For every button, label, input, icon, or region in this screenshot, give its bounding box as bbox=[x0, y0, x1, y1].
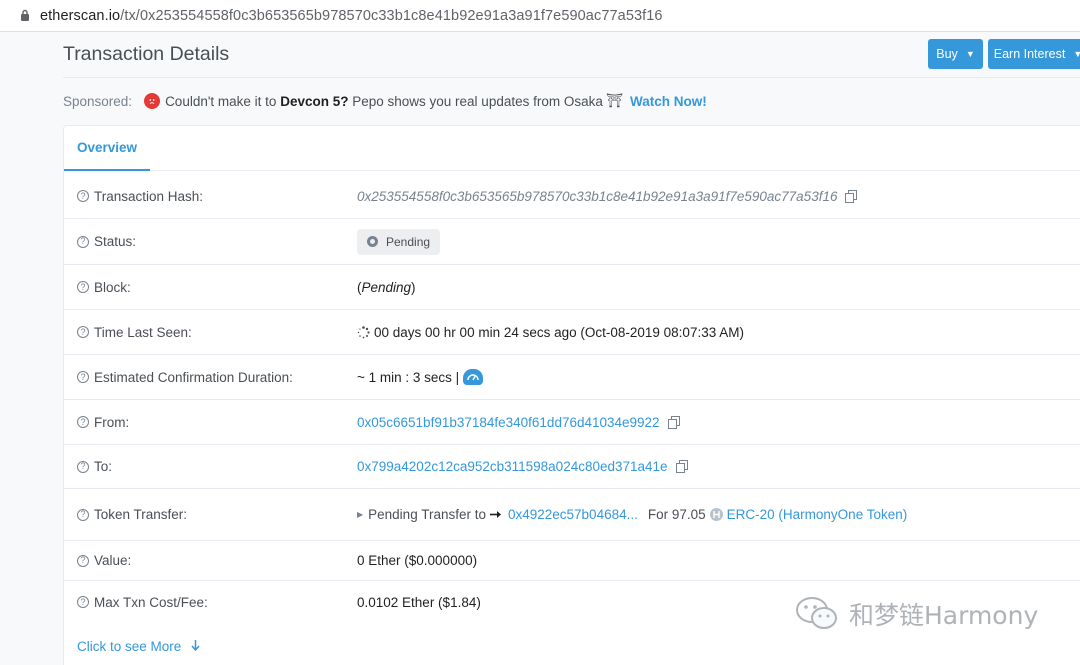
row-confirmation-duration: ? Estimated Confirmation Duration: ~ 1 mi… bbox=[64, 355, 1080, 400]
copy-icon[interactable] bbox=[667, 415, 680, 429]
earn-interest-label: Earn Interest bbox=[993, 47, 1066, 61]
gas-tracker-icon[interactable] bbox=[463, 369, 484, 385]
block-value: (Pending) bbox=[357, 279, 416, 295]
row-block: ? Block: (Pending) bbox=[64, 265, 1080, 310]
question-circle-icon[interactable]: ? bbox=[77, 508, 89, 521]
clock-icon bbox=[367, 236, 378, 247]
block-label: Block: bbox=[94, 279, 131, 295]
pending-transfer-text: Pending Transfer to bbox=[368, 507, 486, 522]
token-recipient-link[interactable]: 0x4922ec57b04684... bbox=[508, 507, 638, 522]
fee-value: 0.0102 Ether ($1.84) bbox=[357, 594, 481, 610]
buy-button-label: Buy bbox=[936, 47, 958, 61]
row-status: ? Status: Pending bbox=[64, 219, 1080, 265]
value-label: Value: bbox=[94, 553, 132, 568]
watermark-text: 和梦链Harmony bbox=[849, 601, 1039, 630]
to-address-link[interactable]: 0x799a4202c12ca952cb311598a024c80ed371a4… bbox=[357, 459, 668, 474]
lock-icon bbox=[14, 9, 36, 22]
copy-icon[interactable] bbox=[675, 460, 688, 473]
question-circle-icon[interactable]: ? bbox=[77, 371, 89, 383]
header-divider bbox=[63, 77, 1080, 78]
status-label: Status: bbox=[94, 234, 137, 249]
question-circle-icon[interactable]: ? bbox=[77, 235, 89, 248]
row-to: ? To: 0x799a4202c12ca952cb311598a024c80ed… bbox=[64, 445, 1080, 489]
url-text: etherscan.io/tx/0x253554558f0c3b653565b9… bbox=[40, 7, 663, 24]
time-value: 00 days 00 hr 00 min 24 secs ago (Oct-08… bbox=[374, 324, 744, 340]
caret-right-icon: ▶ bbox=[357, 510, 364, 519]
question-circle-icon[interactable]: ? bbox=[77, 596, 89, 608]
from-address-link[interactable]: 0x05c6651bf91b37184fe340f61dd76d41034e99… bbox=[357, 415, 660, 430]
see-more-link[interactable]: Click to see More bbox=[77, 639, 200, 654]
question-circle-icon[interactable]: ? bbox=[77, 326, 89, 338]
arrow-right-icon bbox=[489, 507, 502, 522]
torii-icon: ⛩ bbox=[605, 93, 624, 108]
sponsored-banner: Sponsored: Couldn't make it to Devcon 5?… bbox=[63, 93, 707, 109]
row-token-transfer: ? Token Transfer: ▶ Pending Transfer to 0… bbox=[64, 489, 1080, 541]
arrow-down-icon bbox=[191, 639, 200, 654]
fee-label: Max Txn Cost/Fee: bbox=[94, 594, 208, 610]
duration-label: Estimated Confirmation Duration: bbox=[94, 369, 293, 385]
value-amount: 0 Ether ($0.000000) bbox=[357, 553, 478, 568]
transaction-hash: 0x253554558f0c3b653565b978570c33b1c8e41b… bbox=[357, 188, 838, 204]
row-value: ? Value: 0 Ether ($0.000000) bbox=[64, 541, 1080, 581]
duration-value: ~ 1 min : 3 secs | bbox=[357, 369, 460, 385]
row-transaction-hash: ? Transaction Hash: 0x253554558f0c3b65356… bbox=[64, 174, 1080, 219]
address-bar[interactable]: etherscan.io/tx/0x253554558f0c3b653565b9… bbox=[0, 0, 1080, 32]
tab-bar: Overview bbox=[64, 126, 1080, 171]
token-name-link[interactable]: ERC-20 (HarmonyOne Token) bbox=[727, 507, 908, 522]
watermark: 和梦链Harmony bbox=[795, 596, 1038, 632]
angry-face-icon bbox=[144, 93, 161, 109]
question-circle-icon[interactable]: ? bbox=[77, 416, 89, 428]
from-label: From: bbox=[94, 414, 130, 430]
to-label: To: bbox=[94, 459, 113, 474]
wechat-icon bbox=[795, 596, 839, 632]
spinner-icon bbox=[357, 325, 370, 339]
row-from: ? From: 0x05c6651bf91b37184fe340f61dd76d4… bbox=[64, 400, 1080, 445]
chevron-down-icon: ▼ bbox=[965, 49, 975, 59]
token-transfer-label: Token Transfer: bbox=[94, 507, 188, 522]
token-amount: For 97.05 bbox=[647, 507, 706, 522]
time-label: Time Last Seen: bbox=[94, 324, 192, 340]
chevron-down-icon: ▼ bbox=[1073, 49, 1080, 59]
hash-label: Transaction Hash: bbox=[94, 188, 204, 204]
token-logo-icon bbox=[709, 508, 723, 521]
question-circle-icon[interactable]: ? bbox=[77, 190, 89, 202]
buy-button[interactable]: Buy ▼ bbox=[928, 39, 983, 69]
copy-icon[interactable] bbox=[845, 189, 858, 203]
page-title: Transaction Details bbox=[63, 43, 230, 65]
watch-now-link[interactable]: Watch Now! bbox=[630, 94, 707, 109]
sponsored-text: Couldn't make it to Devcon 5? Pepo shows… bbox=[165, 93, 603, 109]
question-circle-icon[interactable]: ? bbox=[77, 281, 89, 293]
question-circle-icon[interactable]: ? bbox=[77, 554, 89, 567]
status-badge: Pending bbox=[357, 228, 441, 255]
see-more-text: Click to see More bbox=[77, 639, 182, 654]
row-time-last-seen: ? Time Last Seen: 00 days 00 hr 00 min 24… bbox=[64, 310, 1080, 355]
status-badge-text: Pending bbox=[386, 234, 431, 249]
question-circle-icon[interactable]: ? bbox=[77, 460, 89, 473]
earn-interest-button[interactable]: Earn Interest ▼ bbox=[988, 39, 1080, 69]
tab-overview[interactable]: Overview bbox=[64, 126, 151, 171]
sponsored-label: Sponsored: bbox=[63, 93, 133, 109]
transaction-card: Overview ? Transaction Hash: 0x253554558f… bbox=[63, 125, 1080, 665]
